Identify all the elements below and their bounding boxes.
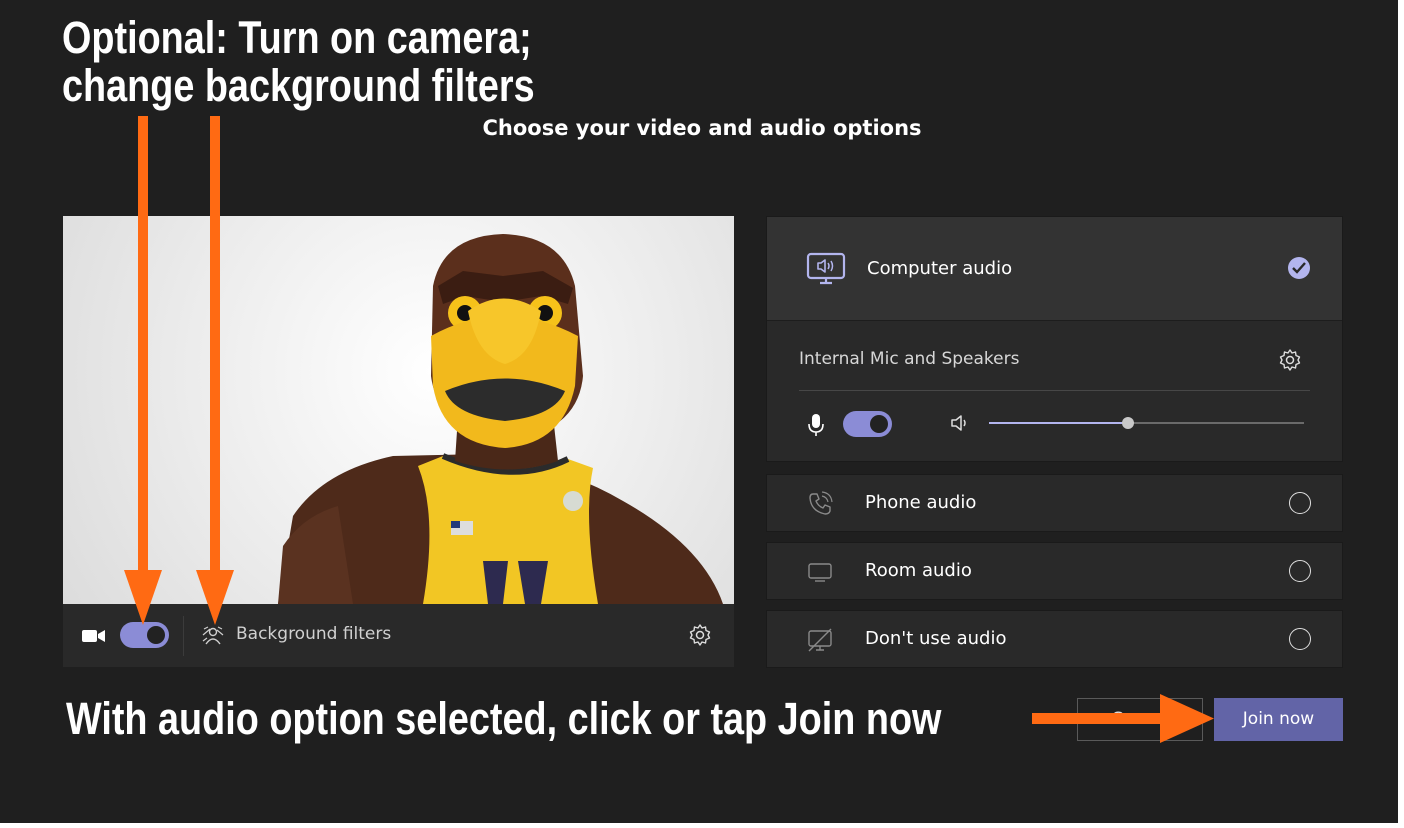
camera-toggle-knob bbox=[147, 626, 165, 644]
annotation-line-2: change background filters bbox=[62, 60, 535, 111]
divider bbox=[183, 616, 184, 656]
room-audio-radio[interactable] bbox=[1289, 560, 1311, 582]
microphone-icon bbox=[808, 414, 824, 436]
mascot-video-preview bbox=[278, 234, 723, 604]
phone-audio-option[interactable]: Phone audio bbox=[766, 474, 1343, 532]
camera-toggle[interactable] bbox=[120, 622, 169, 648]
volume-slider-fill bbox=[989, 422, 1128, 424]
audio-device-label[interactable]: Internal Mic and Speakers bbox=[799, 349, 1019, 369]
microphone-toggle-knob bbox=[870, 415, 888, 433]
no-audio-radio[interactable] bbox=[1289, 628, 1311, 650]
no-audio-label: Don't use audio bbox=[865, 628, 1007, 649]
annotation-line-1: Optional: Turn on camera; bbox=[62, 12, 532, 63]
image-border bbox=[0, 823, 1404, 828]
video-camera-icon bbox=[82, 630, 105, 642]
background-filters-button[interactable]: Background filters bbox=[236, 624, 391, 644]
device-settings-gear-icon[interactable] bbox=[1278, 348, 1302, 372]
selected-check-icon bbox=[1288, 257, 1310, 279]
join-now-button[interactable]: Join now bbox=[1214, 698, 1343, 741]
phone-icon bbox=[809, 491, 833, 515]
gear-icon[interactable] bbox=[688, 623, 712, 647]
divider bbox=[799, 390, 1310, 391]
no-audio-icon bbox=[808, 628, 832, 652]
monitor-speaker-icon bbox=[806, 252, 846, 285]
room-display-icon bbox=[808, 563, 832, 582]
microphone-toggle[interactable] bbox=[843, 411, 892, 437]
cancel-button[interactable]: Cancel bbox=[1077, 698, 1203, 741]
computer-audio-section: Computer audio Internal Mic and Speakers bbox=[766, 216, 1343, 462]
annotation-camera-instructions: Optional: Turn on camera; change backgro… bbox=[62, 14, 535, 110]
annotation-join-instructions: With audio option selected, click or tap… bbox=[66, 693, 942, 744]
video-preview bbox=[63, 216, 734, 604]
volume-slider[interactable] bbox=[989, 417, 1304, 429]
video-controls-bar: Background filters bbox=[63, 604, 734, 667]
no-audio-option[interactable]: Don't use audio bbox=[766, 610, 1343, 668]
page-heading: Choose your video and audio options bbox=[482, 116, 922, 140]
computer-audio-option[interactable]: Computer audio bbox=[767, 217, 1342, 321]
phone-audio-radio[interactable] bbox=[1289, 492, 1311, 514]
background-filters-icon[interactable] bbox=[202, 625, 224, 647]
room-audio-option[interactable]: Room audio bbox=[766, 542, 1343, 600]
room-audio-label: Room audio bbox=[865, 560, 972, 581]
speaker-volume-icon bbox=[951, 415, 966, 431]
computer-audio-label: Computer audio bbox=[867, 258, 1013, 279]
image-border bbox=[1398, 0, 1404, 828]
phone-audio-label: Phone audio bbox=[865, 492, 977, 513]
volume-slider-handle[interactable] bbox=[1121, 417, 1134, 429]
video-preview-panel: Background filters bbox=[63, 216, 734, 667]
